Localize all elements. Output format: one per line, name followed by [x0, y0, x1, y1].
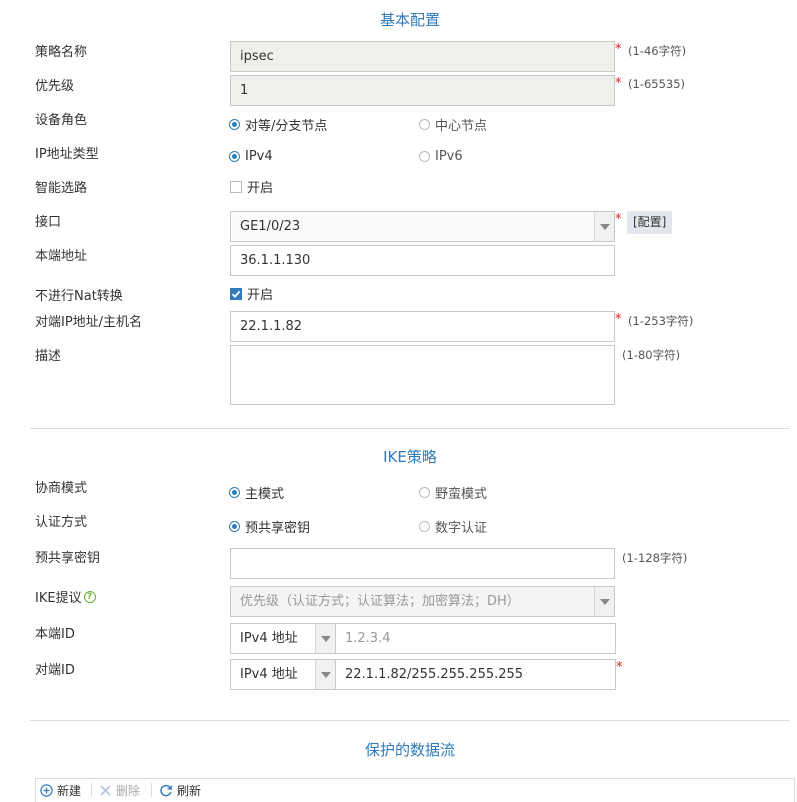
section-divider	[30, 720, 790, 721]
refresh-icon	[159, 784, 173, 797]
interface-value: GE1/0/23	[240, 219, 301, 234]
checkmark-icon	[230, 287, 242, 300]
aggressive-mode-text: 野蛮模式	[435, 487, 488, 502]
data-flow-toolbar	[35, 778, 795, 802]
device-role-label: 设备角色	[35, 113, 88, 128]
ipv4-radio[interactable]: IPv4	[229, 149, 273, 164]
aggressive-mode-radio[interactable]: 野蛮模式	[419, 483, 487, 502]
description-hint: (1-80字符)	[622, 348, 681, 362]
role-center-text: 中心节点	[435, 119, 488, 134]
main-mode-radio[interactable]: 主模式	[229, 483, 284, 502]
interface-config-button[interactable]: [配置]	[627, 211, 673, 234]
description-label: 描述	[35, 349, 62, 364]
psk-hint: (1-128字符)	[622, 551, 688, 565]
interface-select[interactable]: GE1/0/23	[230, 211, 615, 242]
peer-id-type-value: IPv4 地址	[240, 667, 298, 682]
no-nat-checkbox[interactable]: 开启	[230, 284, 273, 303]
psk-radio-text: 预共享密钥	[245, 521, 311, 536]
local-id-type-value: IPv4 地址	[240, 631, 298, 646]
basic-section-title: 基本配置	[379, 11, 440, 29]
ike-proposal-label-group: IKE提议 ?	[35, 587, 96, 606]
chevron-down-icon[interactable]	[594, 587, 614, 616]
radio-selected-icon	[229, 487, 240, 498]
refresh-button-label: 刷新	[177, 784, 202, 798]
psk-label: 预共享密钥	[35, 551, 101, 566]
chevron-down-icon[interactable]	[594, 212, 614, 241]
radio-empty-icon	[419, 119, 430, 130]
cert-radio-text: 数字认证	[435, 521, 488, 536]
peer-address-label: 对端IP地址/主机名	[35, 315, 143, 330]
priority-input[interactable]: 1	[230, 75, 615, 106]
flow-section-title: 保护的数据流	[364, 741, 455, 759]
refresh-button[interactable]: 刷新	[159, 782, 201, 799]
priority-label: 优先级	[35, 79, 75, 94]
x-icon	[99, 784, 112, 797]
policy-name-hint: (1-46字符)	[628, 44, 687, 58]
new-button[interactable]: 新建	[40, 782, 81, 799]
ike-section-title: IKE策略	[383, 448, 437, 466]
checkbox-empty-icon	[230, 180, 242, 193]
local-id-label: 本端ID	[35, 627, 75, 642]
ip-type-label: IP地址类型	[35, 147, 99, 162]
delete-button[interactable]: 删除	[99, 782, 140, 799]
peer-id-type-select[interactable]: IPv4 地址	[230, 659, 336, 690]
policy-name-input[interactable]: ipsec	[230, 41, 615, 72]
required-mark: *	[615, 312, 622, 327]
radio-selected-icon	[229, 119, 240, 130]
required-mark: *	[615, 212, 622, 227]
ipv4-text: IPv4	[245, 149, 273, 164]
peer-address-input[interactable]: 22.1.1.82	[230, 311, 615, 342]
no-nat-label: 不进行Nat转换	[35, 289, 123, 304]
section-divider	[30, 428, 790, 429]
required-mark: *	[616, 660, 623, 675]
role-peer-text: 对等/分支节点	[245, 119, 328, 134]
ike-proposal-select[interactable]: 优先级（认证方式；认证算法；加密算法；DH）	[230, 586, 615, 617]
chevron-down-icon[interactable]	[315, 624, 335, 653]
radio-selected-icon	[229, 151, 240, 162]
psk-radio[interactable]: 预共享密钥	[229, 517, 310, 536]
ipv6-text: IPv6	[435, 149, 463, 164]
new-button-label: 新建	[57, 784, 82, 798]
radio-empty-icon	[419, 487, 430, 498]
main-mode-text: 主模式	[245, 487, 285, 502]
local-address-label: 本端地址	[35, 249, 88, 264]
required-mark: *	[615, 76, 622, 91]
chevron-down-icon[interactable]	[315, 660, 335, 689]
description-textarea[interactable]	[230, 345, 615, 405]
no-nat-check-text: 开启	[247, 288, 274, 303]
cert-radio[interactable]: 数字认证	[419, 517, 487, 536]
peer-id-input[interactable]: 22.1.1.82/255.255.255.255	[335, 659, 616, 690]
plus-circle-icon	[40, 784, 53, 797]
role-center-radio[interactable]: 中心节点	[419, 115, 487, 134]
required-mark: *	[615, 42, 622, 57]
negotiation-mode-label: 协商模式	[35, 481, 88, 496]
local-id-input[interactable]: 1.2.3.4	[335, 623, 616, 654]
peer-address-hint: (1-253字符)	[628, 314, 694, 328]
policy-name-label: 策略名称	[35, 45, 88, 60]
auth-method-label: 认证方式	[35, 515, 88, 530]
smart-route-checkbox[interactable]: 开启	[230, 177, 273, 196]
smart-route-check-text: 开启	[247, 181, 274, 196]
ike-proposal-placeholder: 优先级（认证方式；认证算法；加密算法；DH）	[240, 594, 520, 609]
toolbar-separator	[91, 783, 92, 797]
local-id-type-select[interactable]: IPv4 地址	[230, 623, 336, 654]
interface-label: 接口	[35, 215, 62, 230]
radio-empty-icon	[419, 521, 430, 532]
toolbar-separator	[151, 783, 152, 797]
ipv6-radio[interactable]: IPv6	[419, 149, 463, 164]
priority-hint: (1-65535)	[628, 77, 686, 91]
local-address-input[interactable]: 36.1.1.130	[230, 245, 615, 276]
role-peer-radio[interactable]: 对等/分支节点	[229, 115, 327, 134]
peer-id-label: 对端ID	[35, 663, 75, 678]
ike-proposal-label: IKE提议	[35, 591, 82, 606]
radio-selected-icon	[229, 521, 240, 532]
help-icon[interactable]: ?	[83, 590, 96, 603]
delete-button-label: 删除	[116, 784, 141, 798]
radio-empty-icon	[419, 151, 430, 162]
psk-input[interactable]	[230, 548, 615, 579]
smart-route-label: 智能选路	[35, 181, 88, 196]
